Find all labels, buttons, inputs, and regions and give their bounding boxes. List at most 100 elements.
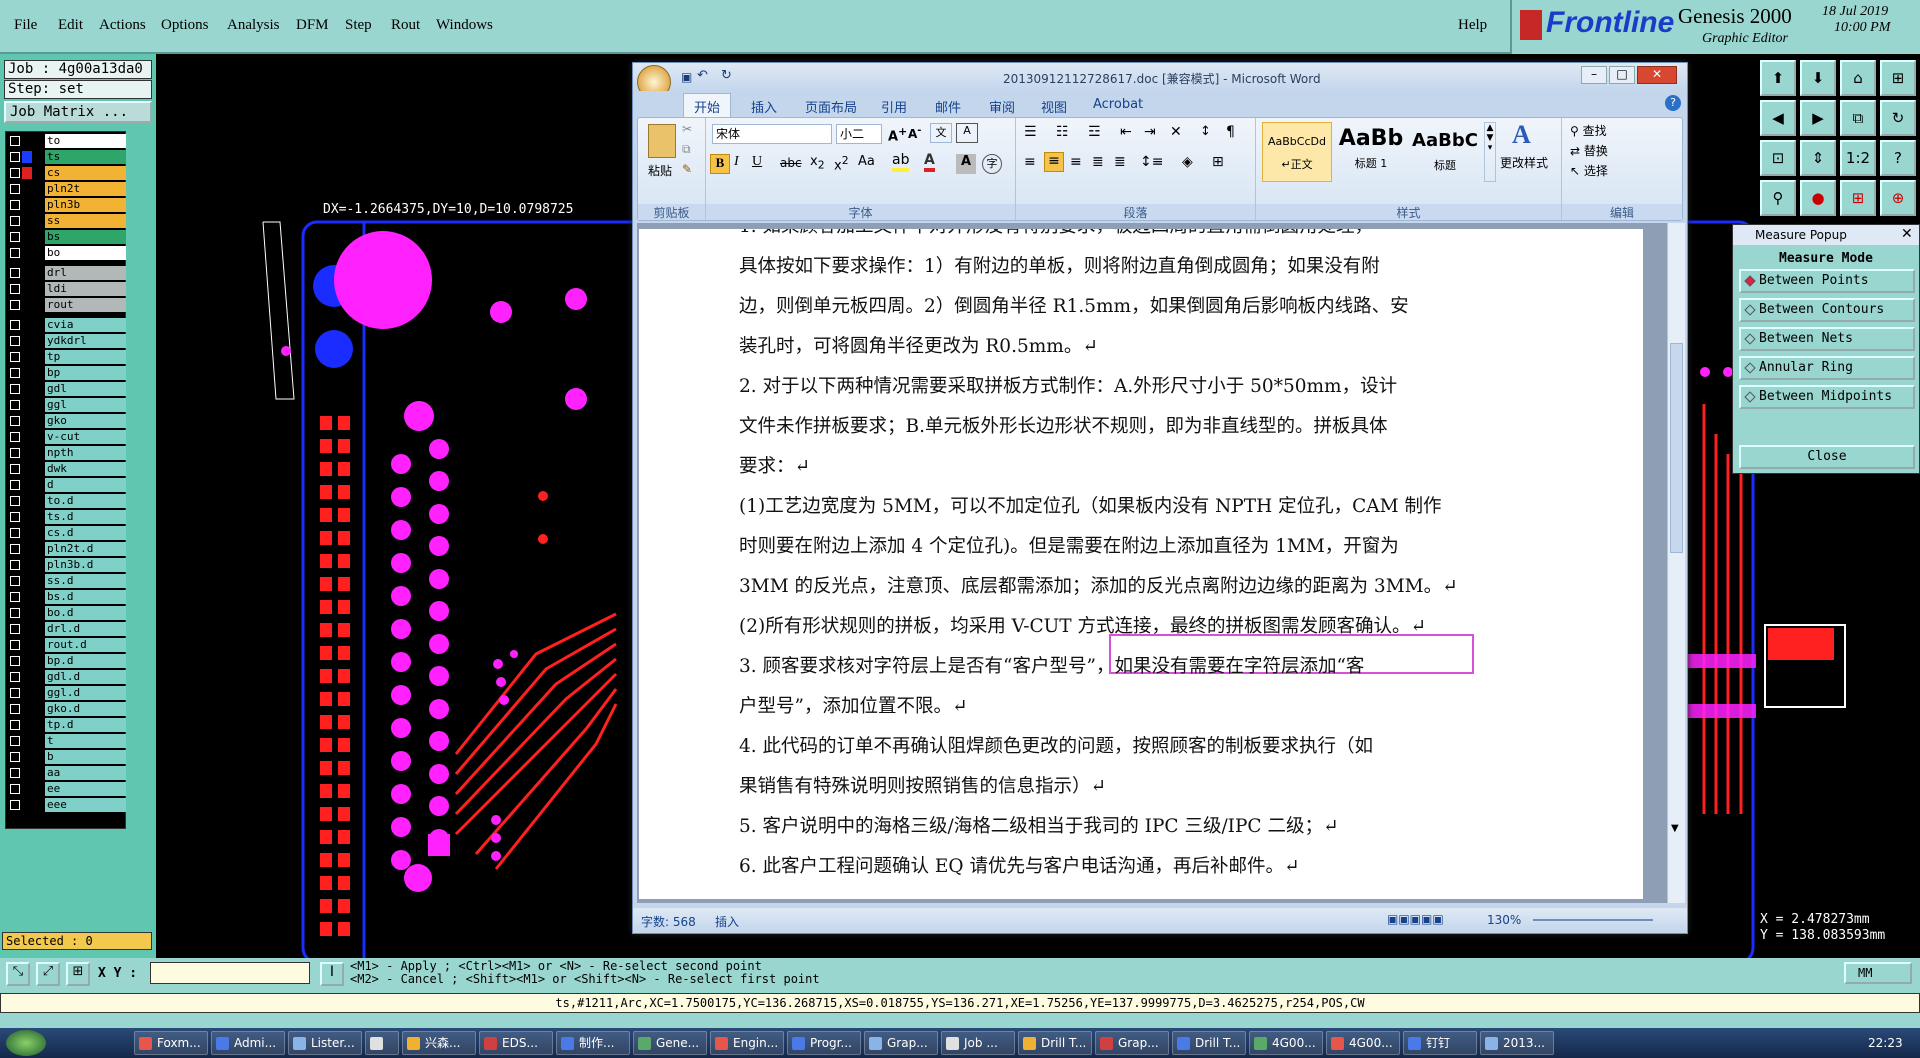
bullets-icon[interactable]: ☰ [1024, 124, 1037, 140]
layer-row[interactable]: gdl [8, 382, 126, 396]
layer-checkbox[interactable] [10, 248, 20, 258]
layer-row[interactable]: bs.d [8, 590, 126, 604]
layer-row[interactable]: bo [8, 246, 126, 260]
tool-home-icon[interactable]: ⌂ [1840, 60, 1876, 96]
taskbar-item[interactable]: Grap... [864, 1031, 938, 1055]
layer-row[interactable]: bp [8, 366, 126, 380]
align-right-icon[interactable]: ≡ [1070, 154, 1082, 170]
layer-checkbox[interactable] [10, 528, 20, 538]
tool-zoom-out-icon[interactable]: ⬇ [1800, 60, 1836, 96]
layer-row[interactable]: to [8, 134, 126, 148]
mode-button-3-icon[interactable]: ⊞ [66, 962, 90, 986]
tab-insert[interactable]: 插入 [751, 97, 777, 116]
tool-redraw-icon[interactable]: ↻ [1880, 100, 1916, 136]
shading-icon[interactable]: ◈ [1182, 154, 1193, 170]
layer-row[interactable]: gko.d [8, 702, 126, 716]
layer-checkbox[interactable] [10, 184, 20, 194]
layer-name[interactable]: eee [45, 798, 126, 812]
underline-icon[interactable]: U [752, 154, 762, 170]
layer-row[interactable]: t [8, 734, 126, 748]
layer-checkbox[interactable] [10, 416, 20, 426]
layer-name[interactable]: pln2t.d [45, 542, 126, 556]
layer-row[interactable]: pln2t.d [8, 542, 126, 556]
layer-checkbox[interactable] [10, 284, 20, 294]
document-page[interactable]: 1. 如果顾客加工文件中对外形没有特别要求，板边四周的直角需倒圆角处理， 具体按如… [639, 229, 1643, 899]
enclose-char-icon[interactable]: 字 [982, 154, 1002, 174]
phonetic-icon[interactable]: 文 [930, 123, 952, 143]
taskbar-item[interactable]: Gene... [633, 1031, 707, 1055]
layer-checkbox[interactable] [10, 544, 20, 554]
layer-checkbox[interactable] [10, 672, 20, 682]
line-spacing-icon[interactable]: ↕≡ [1140, 154, 1163, 170]
layer-name[interactable]: to.d [45, 494, 126, 508]
layer-row[interactable]: pln3b.d [8, 558, 126, 572]
shrink-font-icon[interactable]: A- [908, 125, 921, 141]
layer-name[interactable]: gko.d [45, 702, 126, 716]
layer-checkbox[interactable] [10, 688, 20, 698]
font-color-icon[interactable]: A [924, 152, 935, 172]
paste-icon[interactable] [648, 124, 676, 158]
scroll-down-icon[interactable]: ▼ [1671, 823, 1679, 834]
zoom-level[interactable]: 130% [1487, 913, 1521, 927]
layer-name[interactable]: cvia [45, 318, 126, 332]
sort-icon[interactable]: ↕ [1200, 124, 1211, 139]
tool-zoom-window-icon[interactable]: ⊡ [1760, 140, 1796, 176]
layer-row[interactable]: d [8, 478, 126, 492]
layer-checkbox[interactable] [10, 152, 20, 162]
layer-checkbox[interactable] [10, 384, 20, 394]
layer-row[interactable]: drl [8, 266, 126, 280]
layer-name[interactable]: ydkdrl [45, 334, 126, 348]
layer-checkbox[interactable] [10, 560, 20, 570]
taskbar-item[interactable]: Admi... [211, 1031, 285, 1055]
tool-measure-icon[interactable]: ⚲ [1760, 180, 1796, 216]
units-select[interactable]: MM [1844, 962, 1912, 984]
job-matrix-button[interactable]: Job Matrix ... [4, 101, 152, 123]
layer-row[interactable]: b [8, 750, 126, 764]
tab-page-layout[interactable]: 页面布局 [805, 97, 857, 116]
vertical-scrollbar[interactable]: ▼ [1667, 223, 1685, 903]
menu-windows[interactable]: Windows [436, 17, 493, 34]
tool-select-icon[interactable]: ● [1800, 180, 1836, 216]
word-count[interactable]: 字数: 568 [641, 913, 696, 930]
tab-acrobat[interactable]: Acrobat [1093, 97, 1143, 112]
layer-checkbox[interactable] [10, 784, 20, 794]
menu-options[interactable]: Options [161, 17, 209, 34]
quick-undo-icon[interactable]: ↶ [697, 68, 708, 83]
taskbar-item[interactable]: 钉钉 [1403, 1031, 1477, 1055]
layer-name[interactable]: gdl [45, 382, 126, 396]
measure-option-between-contours[interactable]: Between Contours [1739, 298, 1915, 322]
layer-name[interactable]: cs.d [45, 526, 126, 540]
layer-row[interactable]: tp.d [8, 718, 126, 732]
layer-checkbox[interactable] [10, 448, 20, 458]
menu-actions[interactable]: Actions [99, 17, 146, 34]
menu-dfm[interactable]: DFM [296, 17, 329, 34]
measure-option-between-points[interactable]: Between Points [1739, 269, 1915, 293]
measure-popup-close-icon[interactable]: ✕ [1901, 226, 1913, 242]
taskbar-clock[interactable]: 22:23 [1868, 1036, 1903, 1050]
layer-row[interactable]: cvia [8, 318, 126, 332]
taskbar-item[interactable]: EDS... [479, 1031, 553, 1055]
close-button-icon[interactable]: ✕ [1637, 66, 1677, 84]
layer-checkbox[interactable] [10, 704, 20, 714]
menu-step[interactable]: Step [345, 17, 372, 34]
layer-checkbox[interactable] [10, 656, 20, 666]
layer-checkbox[interactable] [10, 752, 20, 762]
italic-icon[interactable]: I [734, 154, 739, 170]
layer-checkbox[interactable] [10, 216, 20, 226]
tab-home[interactable]: 开始 [683, 93, 732, 119]
layer-row[interactable]: ggl [8, 398, 126, 412]
layer-checkbox[interactable] [10, 200, 20, 210]
font-name-select[interactable]: 宋体 [712, 124, 832, 144]
layer-checkbox[interactable] [10, 268, 20, 278]
view-buttons-icon[interactable]: ▣▣▣▣▣ [1387, 912, 1444, 926]
layer-name[interactable]: pln2t [45, 182, 126, 196]
layer-row[interactable]: ts.d [8, 510, 126, 524]
paste-label[interactable]: 粘贴 [648, 162, 672, 179]
quick-redo-icon[interactable]: ↻ [721, 68, 732, 83]
taskbar-item[interactable]: 4G00... [1326, 1031, 1400, 1055]
layer-row[interactable]: bs [8, 230, 126, 244]
insert-mode[interactable]: 插入 [715, 913, 739, 930]
tool-fit-icon[interactable]: ⧉ [1840, 100, 1876, 136]
layer-checkbox[interactable] [10, 512, 20, 522]
tool-pan-left-icon[interactable]: ◀ [1760, 100, 1796, 136]
